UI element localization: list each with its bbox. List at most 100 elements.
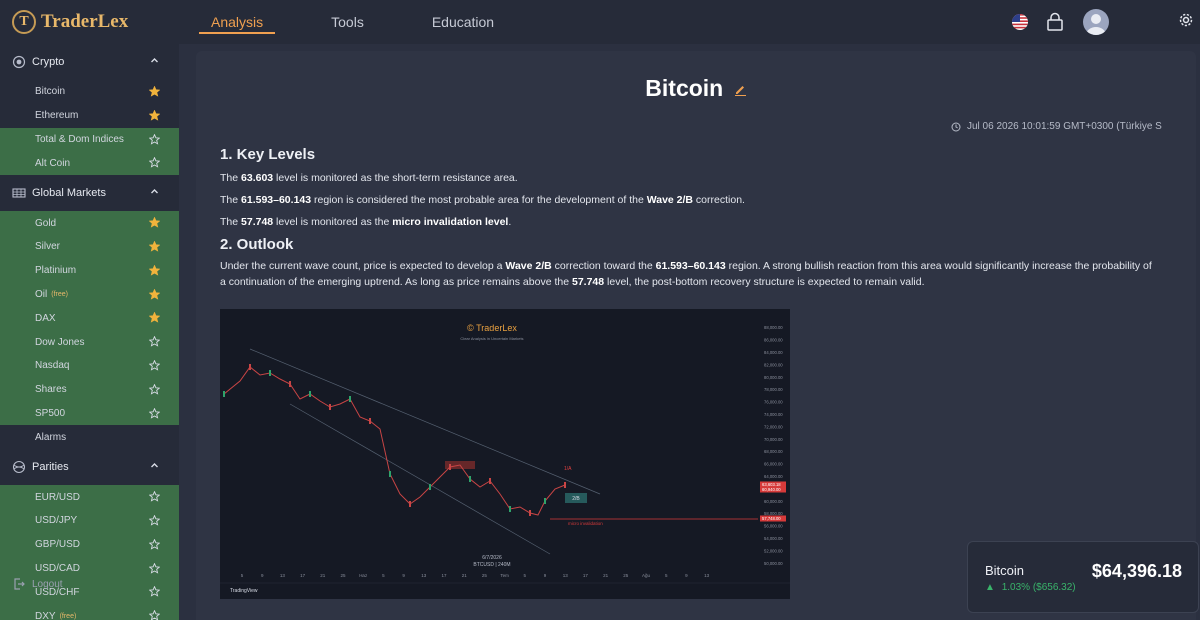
- chevron-up-icon: [151, 189, 158, 194]
- candle: [329, 404, 331, 410]
- sidebar-section-global-markets[interactable]: Global Markets: [0, 175, 179, 211]
- sidebar-item-label: Silver: [35, 241, 61, 253]
- candle: [269, 370, 271, 376]
- star-filled-icon[interactable]: [149, 312, 160, 324]
- star-outline-icon[interactable]: [149, 586, 160, 597]
- analysis-card: Bitcoin Jul 06 2026 10:01:59 GMT+0300 (T…: [196, 51, 1196, 620]
- x-tick-label: Haz: [359, 573, 368, 578]
- invalidation-annotation: micro invalidation: [568, 521, 603, 526]
- key-level-2: The 61.593–60.143 region is considered t…: [220, 194, 745, 206]
- channel-line-upper: [249, 348, 601, 495]
- sidebar-item-dxy[interactable]: DXY (free): [0, 604, 179, 620]
- sidebar-item-shares[interactable]: Shares: [0, 377, 179, 402]
- brand-name: TraderLex: [41, 11, 129, 32]
- star-outline-icon[interactable]: [149, 359, 160, 371]
- sidebar-item-gold[interactable]: Gold: [0, 211, 179, 235]
- y-tick-label: 78,000.00: [764, 387, 783, 392]
- sidebar-item-dax[interactable]: DAX: [0, 306, 179, 331]
- x-tick-label: 13: [704, 573, 710, 578]
- ticker-name: Bitcoin: [985, 563, 1025, 578]
- sidebar-item-eur-usd[interactable]: EUR/USD: [0, 485, 179, 509]
- star-filled-icon[interactable]: [149, 86, 160, 97]
- chart-image: 88,000.00 86,000.00 84,000.00 82,000.00 80,0…: [220, 309, 790, 599]
- edit-icon[interactable]: [734, 83, 747, 101]
- logout-icon: [14, 578, 25, 590]
- sidebar-section-crypto[interactable]: Crypto: [0, 44, 179, 80]
- top-bar: T TraderLex Analysis Tools Education: [0, 0, 1200, 44]
- star-outline-icon[interactable]: [149, 514, 160, 526]
- star-outline-icon[interactable]: [149, 562, 160, 574]
- star-filled-icon[interactable]: [149, 109, 160, 121]
- sidebar-item-ethereum[interactable]: Ethereum: [0, 104, 179, 128]
- sidebar-item-label: Dow Jones: [35, 336, 85, 348]
- sidebar-item-label: USD/JPY: [35, 515, 78, 527]
- sidebar-item-alt-coin[interactable]: Alt Coin: [0, 151, 179, 176]
- sidebar-item-label: Nasdaq: [35, 360, 70, 372]
- tab-tools[interactable]: Tools: [319, 0, 376, 44]
- x-tick-label: 9: [402, 573, 405, 578]
- avatar[interactable]: [1083, 9, 1109, 35]
- sidebar-item-label: Oil: [35, 288, 48, 300]
- y-tick-label: 76,000.00: [764, 400, 783, 405]
- sidebar-item-gbp-usd[interactable]: GBP/USD: [0, 532, 179, 557]
- star-outline-icon[interactable]: [149, 610, 160, 620]
- main-nav: Analysis Tools Education: [199, 0, 550, 44]
- sidebar-item-alarms[interactable]: Alarms: [0, 425, 179, 449]
- chart-watermark: © TraderLex: [467, 323, 517, 333]
- candle: [489, 478, 491, 484]
- sidebar-item-oil[interactable]: Oil (free): [0, 282, 179, 307]
- star-outline-icon[interactable]: [149, 336, 160, 347]
- y-tick-label: 50,000.00: [764, 561, 783, 566]
- gear-icon[interactable]: [1178, 12, 1194, 33]
- candle: [529, 510, 531, 516]
- channel-line-lower: [289, 403, 551, 555]
- us-flag-icon[interactable]: [1012, 14, 1028, 30]
- star-outline-icon[interactable]: [149, 383, 160, 395]
- star-outline-icon[interactable]: [149, 157, 160, 169]
- x-tick-label: 5: [524, 573, 527, 578]
- sidebar-item-nasdaq[interactable]: Nasdaq: [0, 353, 179, 378]
- chart-image-svg: 88,000.00 86,000.00 84,000.00 82,000.00 80,0…: [220, 323, 790, 594]
- sidebar-item-bitcoin[interactable]: Bitcoin: [0, 80, 179, 104]
- x-tick-label: 13: [421, 573, 427, 578]
- sidebar-item-total-dom-indices[interactable]: Total & Dom Indices: [0, 127, 179, 152]
- star-outline-icon[interactable]: [149, 491, 160, 502]
- sidebar-item-label: SP500: [35, 407, 66, 419]
- star-outline-icon[interactable]: [149, 407, 160, 419]
- ticker-widget[interactable]: Bitcoin $64,396.18 ▲ 1.03% ($656.32): [967, 541, 1199, 613]
- logo-badge-icon: T: [12, 10, 36, 34]
- logout-button[interactable]: Logout: [12, 577, 63, 591]
- sidebar-item-dow-jones[interactable]: Dow Jones: [0, 330, 179, 354]
- star-outline-icon[interactable]: [149, 133, 160, 145]
- article-body: 1. Key Levels The 63.603 level is monito…: [220, 146, 1155, 296]
- x-tick-label: 5: [382, 573, 385, 578]
- clock-icon: [951, 122, 961, 131]
- x-tick-label: 21: [462, 573, 468, 578]
- chart-symbol-label: BTCUSD | 240M: [473, 562, 510, 568]
- sidebar-item-usd-jpy[interactable]: USD/JPY: [0, 508, 179, 533]
- x-tick-label: 13: [563, 573, 569, 578]
- sidebar-item-silver[interactable]: Silver: [0, 234, 179, 259]
- sidebar-item-label: DXY: [35, 610, 56, 620]
- brand-logo[interactable]: T TraderLex: [12, 10, 182, 34]
- sidebar-item-platinium[interactable]: Platinium: [0, 258, 179, 283]
- lock-icon[interactable]: [1046, 12, 1064, 36]
- star-filled-icon[interactable]: [149, 217, 160, 228]
- tab-education[interactable]: Education: [420, 0, 506, 44]
- star-outline-icon[interactable]: [149, 538, 160, 550]
- star-filled-icon[interactable]: [149, 240, 160, 252]
- section-heading-outlook: 2. Outlook: [220, 236, 294, 253]
- arrow-up-icon: ▲: [985, 582, 995, 593]
- star-filled-icon[interactable]: [149, 264, 160, 276]
- tab-analysis[interactable]: Analysis: [199, 0, 276, 44]
- y-tick-label: 66,000.00: [764, 462, 783, 467]
- x-tick-label: 17: [583, 573, 589, 578]
- key-level-1: The 63.603 level is monitored as the sho…: [220, 172, 518, 184]
- candle: [509, 506, 511, 512]
- y-tick-label: 54,000.00: [764, 536, 783, 541]
- sidebar-item-sp500[interactable]: SP500: [0, 401, 179, 426]
- globe-markets-icon: [12, 188, 26, 198]
- sidebar-section-parities[interactable]: Parities: [0, 449, 179, 485]
- star-filled-icon[interactable]: [149, 288, 160, 300]
- ticker-change: ▲ 1.03% ($656.32): [985, 582, 1076, 593]
